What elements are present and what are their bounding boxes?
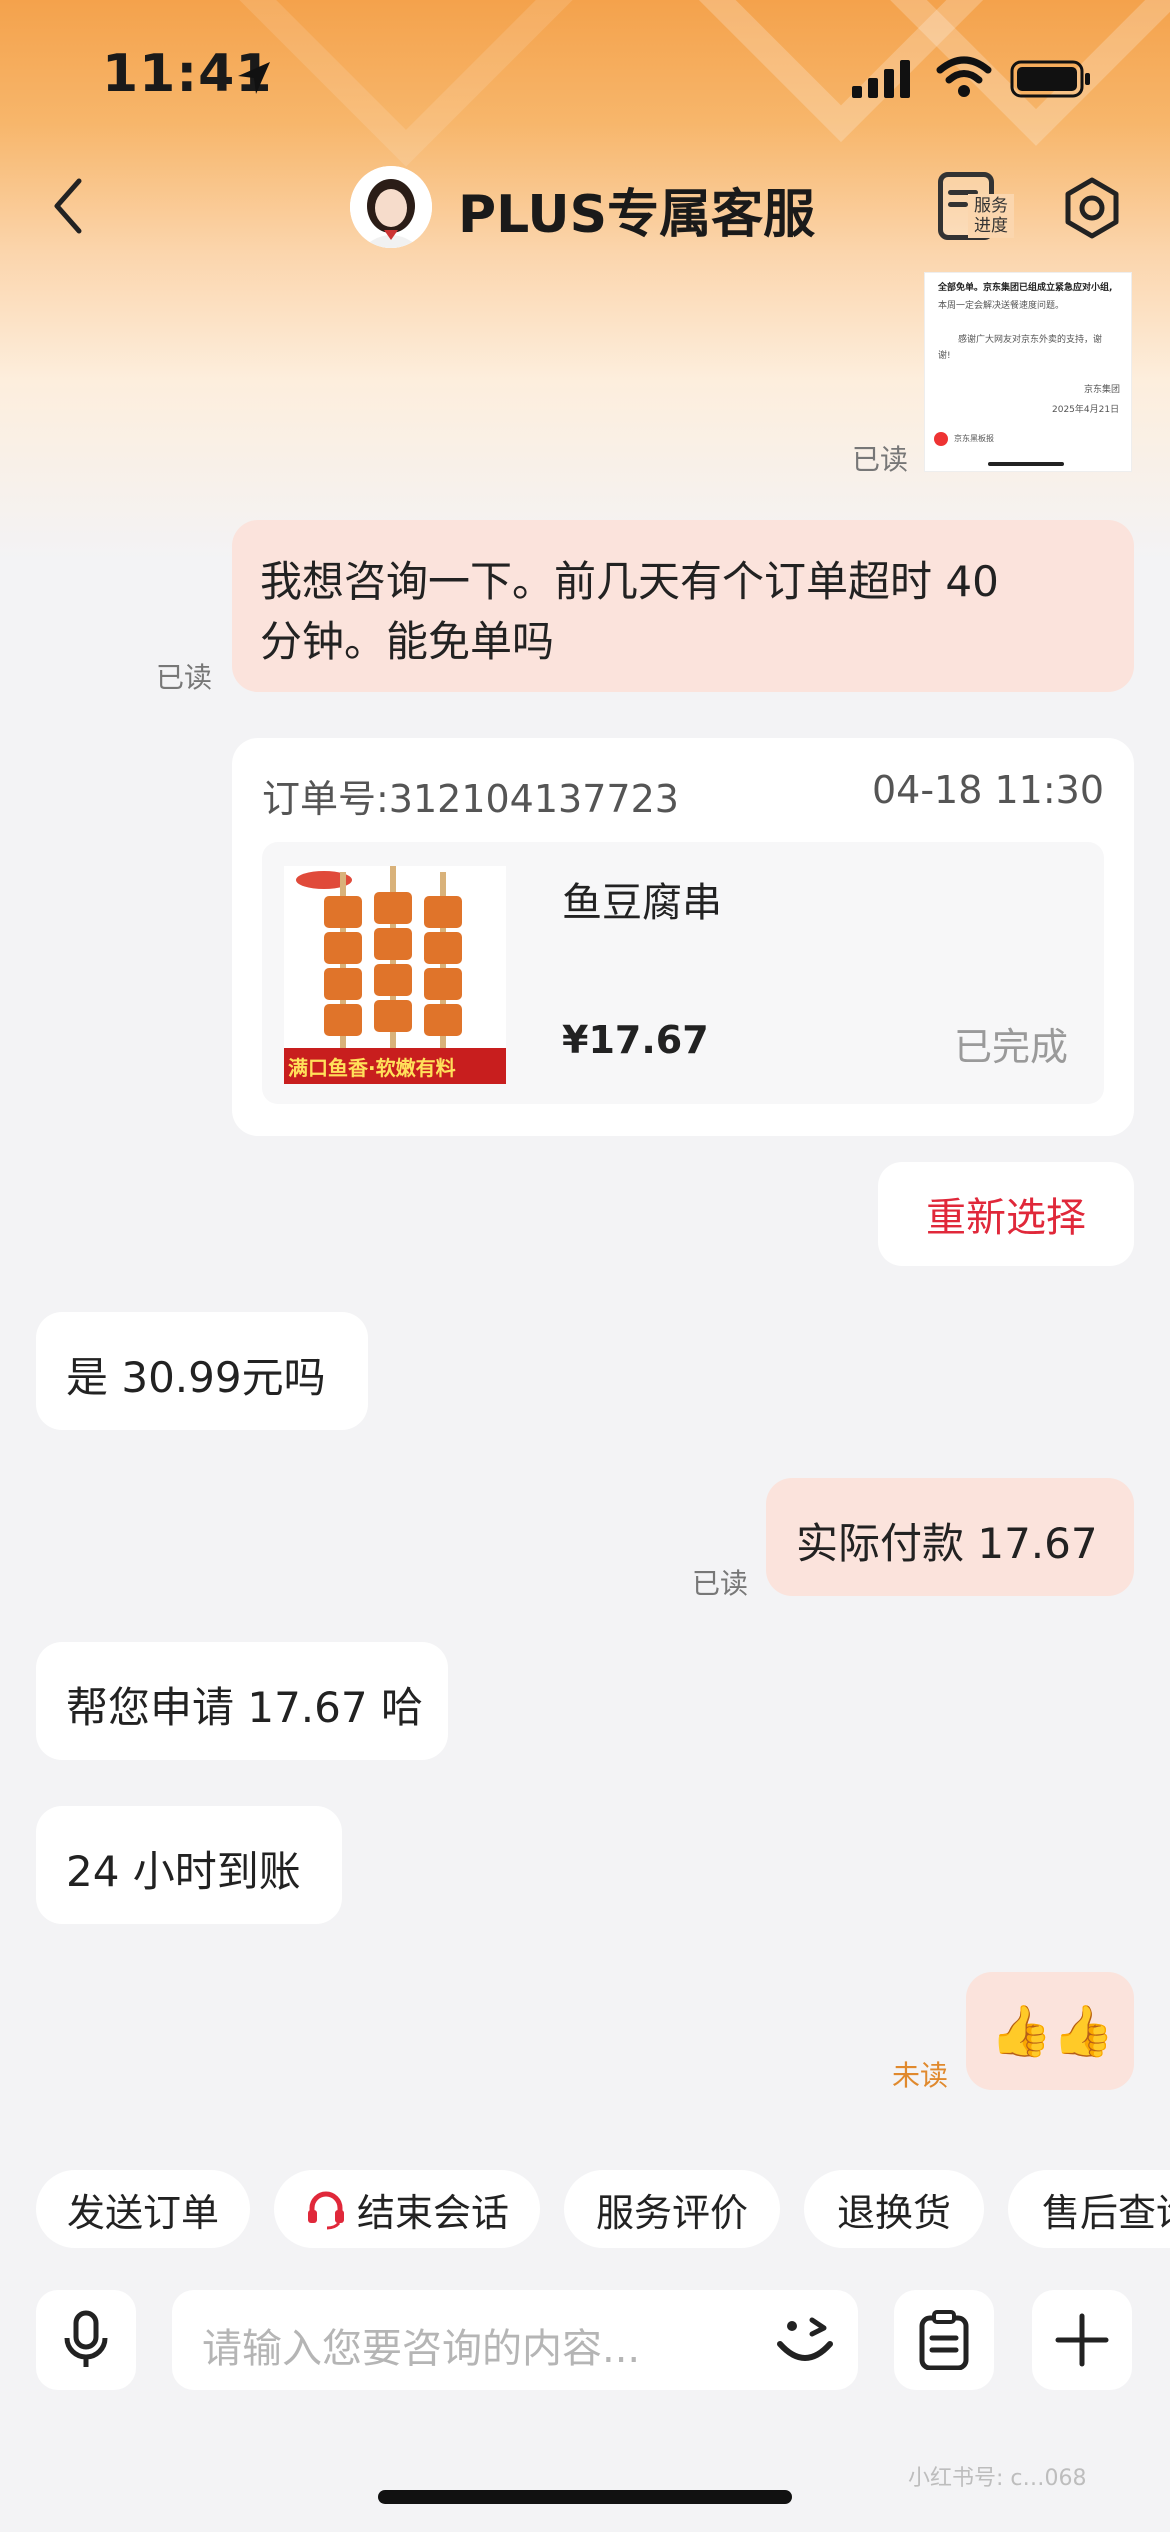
order-product-row[interactable]: 满口鱼香·软嫩有料 鱼豆腐串 ¥17.67 已完成 (262, 842, 1104, 1104)
thumb-text: 京东黑板报 (954, 434, 994, 443)
message-bubble-incoming: 帮您申请 17.67 哈 (36, 1642, 448, 1760)
message-text: 帮您申请 17.67 哈 (66, 1683, 423, 1732)
product-image: 满口鱼香·软嫩有料 (284, 866, 506, 1084)
quick-label: 售后查询 (1042, 2190, 1170, 2235)
home-indicator (378, 2490, 792, 2504)
quick-after-sales[interactable]: 售后查询 (1008, 2170, 1170, 2248)
agent-avatar (350, 166, 432, 248)
location-arrow-icon (238, 62, 270, 94)
message-text: 我想咨询一下。前几天有个订单超时 40 (260, 557, 999, 606)
message-bubble-incoming: 24 小时到账 (36, 1806, 342, 1924)
read-receipt: 已读 (692, 1567, 749, 1600)
reselect-button[interactable]: 重新选择 (878, 1162, 1134, 1266)
thumb-home-indicator (988, 462, 1064, 466)
quick-label: 发送订单 (66, 2190, 219, 2235)
quick-label: 服务评价 (595, 2190, 748, 2235)
quick-label: 结束会话 (356, 2190, 509, 2235)
message-bubble-outgoing: 我想咨询一下。前几天有个订单超时 40 分钟。能免单吗 (232, 520, 1134, 692)
message-text: 分钟。能免单吗 (260, 617, 555, 666)
battery-icon (1010, 60, 1090, 98)
unread-status: 未读 (892, 2059, 949, 2092)
product-name: 鱼豆腐串 (562, 880, 722, 926)
thumb-text: 2025年4月21日 (1052, 405, 1120, 415)
back-button[interactable] (40, 166, 96, 246)
thumb-text: 本周一定会解决送餐速度问题。 (938, 301, 1065, 311)
account-avatar (934, 432, 948, 446)
quick-service-rating[interactable]: 服务评价 (564, 2170, 780, 2248)
quick-return-exchange[interactable]: 退换货 (804, 2170, 984, 2248)
wifi-icon (936, 56, 992, 97)
read-receipt: 已读 (156, 661, 213, 694)
message-text: 实际付款 17.67 (796, 1519, 1098, 1568)
quick-label: 退换货 (836, 2190, 951, 2235)
message-input[interactable]: 请输入您要咨询的内容... (172, 2290, 858, 2390)
quick-end-session[interactable]: 结束会话 (274, 2170, 540, 2248)
service-progress-label: 服务进度 (968, 194, 1014, 238)
headset-icon (307, 2191, 344, 2230)
voice-input-button[interactable] (36, 2290, 136, 2390)
chevron-left-icon (54, 178, 82, 234)
watermark: 小红书号: c…068 (908, 2466, 1087, 2491)
emoji-icon[interactable] (770, 2306, 840, 2376)
quick-send-order[interactable]: 发送订单 (36, 2170, 250, 2248)
order-card[interactable]: 订单号:312104137723 04-18 11:30 满口鱼香·软嫩有料 鱼… (232, 738, 1134, 1136)
message-bubble-outgoing: 👍👍 (966, 1972, 1134, 2090)
document-line (948, 202, 968, 207)
product-image-label: 满口鱼香·软嫩有料 (288, 1056, 456, 1080)
clipboard-icon (919, 2310, 969, 2370)
thumbs-up-icon: 👍👍 (990, 2002, 1115, 2060)
input-placeholder: 请输入您要咨询的内容... (202, 2326, 641, 2372)
service-progress-button[interactable]: 服务进度 (938, 172, 1014, 244)
message-bubble-incoming: 是 30.99元吗 (36, 1312, 368, 1430)
product-price: ¥17.67 (562, 1018, 709, 1062)
settings-icon[interactable] (1060, 176, 1124, 240)
order-time: 04-18 11:30 (871, 768, 1104, 812)
clipboard-button[interactable] (894, 2290, 994, 2390)
cellular-signal-icon (852, 60, 910, 98)
microphone-icon (64, 2310, 108, 2367)
thumb-text: 感谢广大网友对京东外卖的支持，谢 (958, 335, 1103, 345)
message-text: 24 小时到账 (66, 1847, 301, 1896)
order-number: 订单号:312104137723 (262, 777, 679, 821)
order-status: 已完成 (953, 1025, 1068, 1069)
thumb-text: 谢! (938, 351, 951, 361)
message-bubble-outgoing: 实际付款 17.67 (766, 1478, 1134, 1596)
message-text: 是 30.99元吗 (66, 1353, 326, 1402)
thumb-text: 全部免单。京东集团已组成立紧急应对小组, (938, 283, 1113, 293)
more-button[interactable] (1032, 2290, 1132, 2390)
page-title: PLUS专属客服 (458, 185, 816, 245)
read-receipt: 已读 (852, 443, 909, 476)
plus-icon (1055, 2313, 1109, 2367)
thumb-text: 京东集团 (1084, 385, 1121, 395)
image-message-thumbnail[interactable]: 全部免单。京东集团已组成立紧急应对小组, 本周一定会解决送餐速度问题。 感谢广大… (924, 272, 1132, 472)
